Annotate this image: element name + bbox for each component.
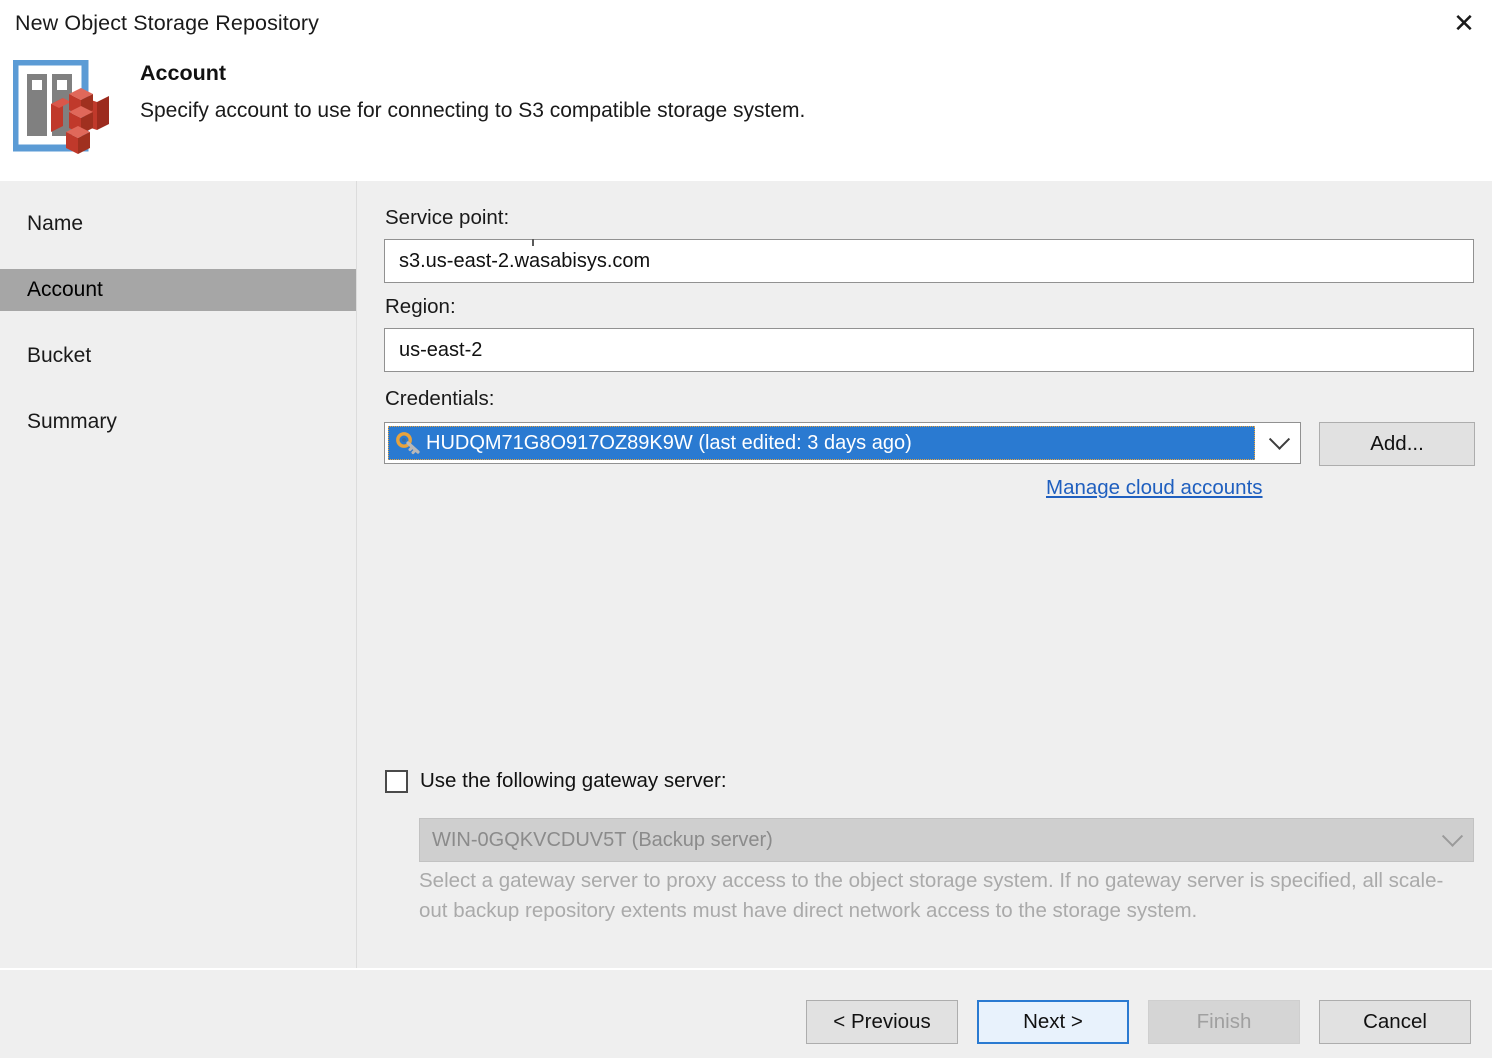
object-storage-s3-icon bbox=[11, 58, 109, 160]
account-form: Service point: s3.us-east-2.wasabisys.co… bbox=[358, 181, 1492, 968]
dialog-body: Name Account Bucket Summary Service poin… bbox=[0, 181, 1492, 968]
add-credentials-button[interactable]: Add... bbox=[1319, 422, 1475, 466]
gateway-dropdown-button bbox=[1431, 819, 1473, 861]
credentials-dropdown-button[interactable] bbox=[1258, 423, 1300, 463]
manage-cloud-accounts-link[interactable]: Manage cloud accounts bbox=[1046, 476, 1263, 500]
credentials-selected-text: HUDQM71G8O917OZ89K9W (last edited: 3 day… bbox=[426, 431, 912, 454]
sidebar-item-label: Name bbox=[27, 212, 84, 235]
credentials-selected-item[interactable]: HUDQM71G8O917OZ89K9W (last edited: 3 day… bbox=[388, 426, 1255, 460]
new-object-storage-repository-dialog: New Object Storage Repository ✕ Account … bbox=[0, 0, 1492, 1058]
next-button[interactable]: Next > bbox=[977, 1000, 1129, 1044]
page-description: Specify account to use for connecting to… bbox=[140, 99, 806, 122]
gateway-helper-text: Select a gateway server to proxy access … bbox=[419, 869, 1444, 922]
key-icon bbox=[396, 431, 422, 455]
sidebar-item-summary[interactable]: Summary bbox=[0, 401, 356, 443]
chevron-down-icon bbox=[1441, 825, 1463, 847]
finish-button: Finish bbox=[1148, 1000, 1300, 1044]
service-point-label: Service point: bbox=[385, 206, 510, 229]
sidebar-item-account[interactable]: Account bbox=[0, 269, 356, 311]
gateway-server-value: WIN-0GQKVCDUV5T (Backup server) bbox=[432, 828, 773, 851]
region-label: Region: bbox=[385, 295, 456, 318]
text-caret bbox=[532, 239, 534, 246]
close-icon: ✕ bbox=[1453, 8, 1475, 38]
page-title: Account bbox=[140, 61, 226, 85]
chevron-down-icon bbox=[1268, 428, 1290, 450]
use-gateway-server-label: Use the following gateway server: bbox=[420, 769, 727, 792]
use-gateway-server-checkbox[interactable] bbox=[385, 769, 408, 793]
dialog-footer: < Previous Next > Finish Cancel bbox=[0, 968, 1492, 1058]
sidebar-item-name[interactable]: Name bbox=[0, 203, 356, 245]
service-point-input[interactable]: s3.us-east-2.wasabisys.com bbox=[384, 239, 1474, 283]
credentials-combobox[interactable]: HUDQM71G8O917OZ89K9W (last edited: 3 day… bbox=[384, 422, 1301, 464]
window-title: New Object Storage Repository bbox=[15, 11, 320, 35]
wizard-steps-sidebar: Name Account Bucket Summary bbox=[0, 181, 357, 968]
previous-button[interactable]: < Previous bbox=[806, 1000, 958, 1044]
sidebar-item-label: Account bbox=[27, 278, 103, 301]
close-button[interactable]: ✕ bbox=[1436, 0, 1492, 46]
use-gateway-server-checkbox-row[interactable]: Use the following gateway server: bbox=[385, 769, 727, 793]
credentials-label: Credentials: bbox=[385, 387, 495, 410]
gateway-server-combobox: WIN-0GQKVCDUV5T (Backup server) bbox=[419, 818, 1474, 862]
region-input[interactable]: us-east-2 bbox=[384, 328, 1474, 372]
dialog-header: New Object Storage Repository ✕ Account … bbox=[0, 0, 1492, 181]
sidebar-item-bucket[interactable]: Bucket bbox=[0, 335, 356, 377]
sidebar-item-label: Summary bbox=[27, 410, 117, 433]
sidebar-item-label: Bucket bbox=[27, 344, 92, 367]
cancel-button[interactable]: Cancel bbox=[1319, 1000, 1471, 1044]
credentials-combobox-field[interactable]: HUDQM71G8O917OZ89K9W (last edited: 3 day… bbox=[385, 423, 1258, 463]
